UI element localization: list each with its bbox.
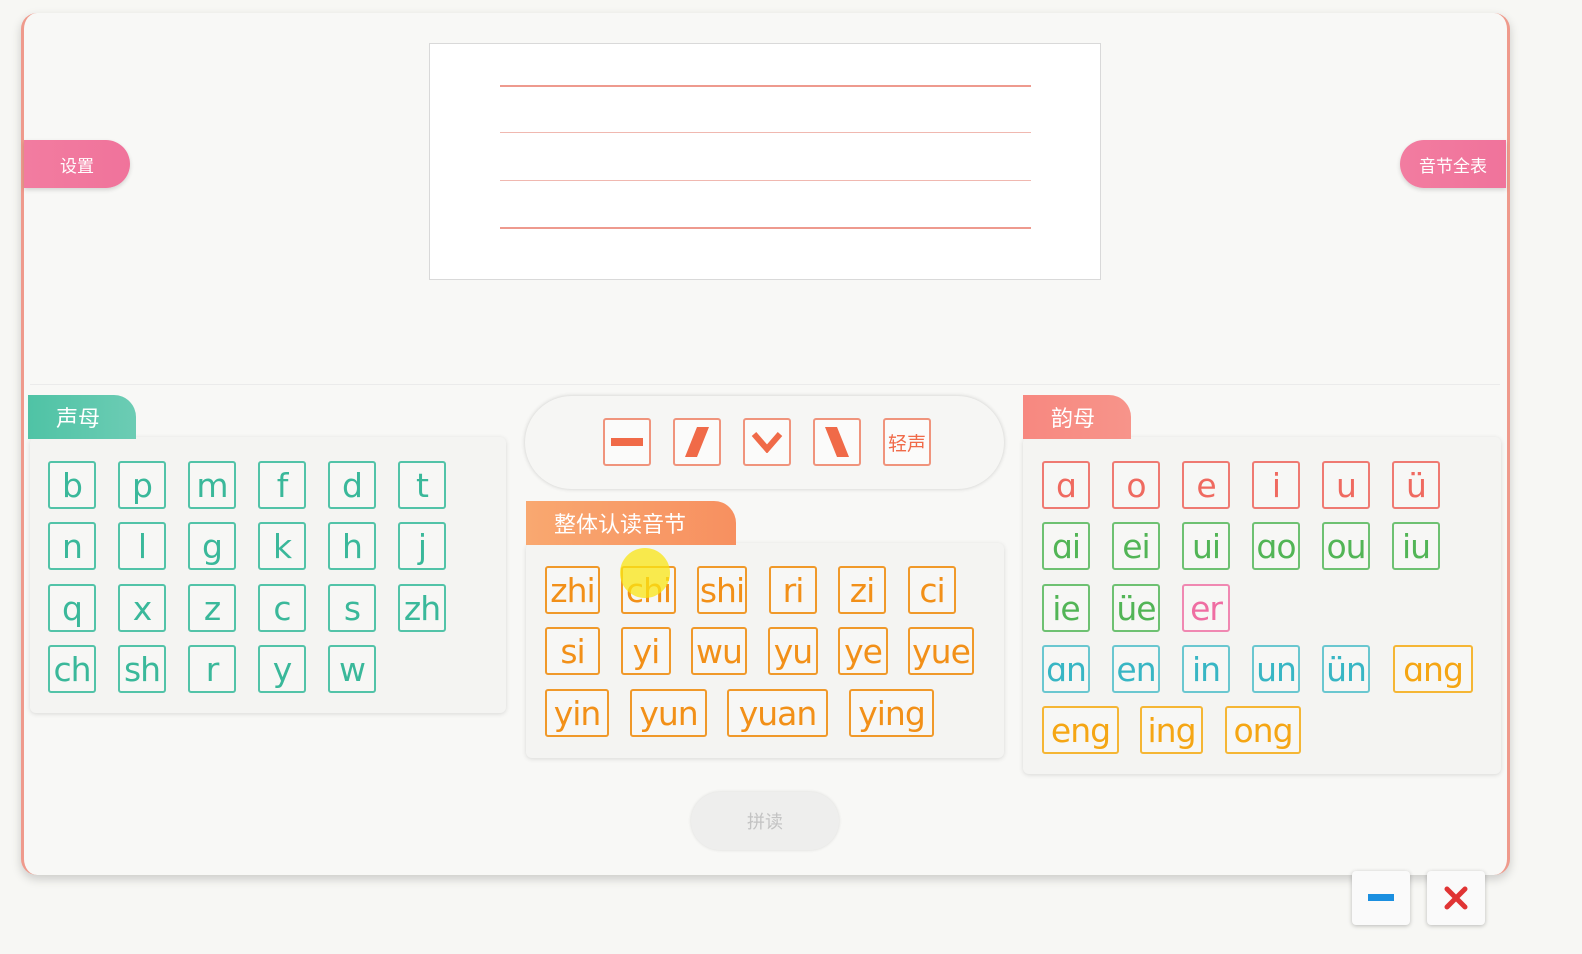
final-key[interactable]: ü [1392,461,1440,509]
final-key[interactable]: in [1182,645,1230,693]
final-key[interactable]: u [1322,461,1370,509]
neutral-tone-button[interactable]: 轻声 [883,418,931,466]
final-key[interactable]: o [1112,461,1160,509]
final-key[interactable]: iu [1392,522,1440,570]
final-key[interactable]: ɑi [1042,522,1090,570]
initials-tab: 声母 [28,395,136,439]
initial-key[interactable]: t [398,461,446,509]
initial-key[interactable]: y [258,645,306,693]
final-key[interactable]: er [1182,584,1230,632]
final-key[interactable]: ui [1182,522,1230,570]
falling-tone-icon [825,427,849,457]
tone-1-button[interactable] [603,418,651,466]
tone-3-button[interactable] [743,418,791,466]
minimize-button[interactable] [1352,871,1410,925]
final-key[interactable]: i [1252,461,1300,509]
guide-line-bottom [500,227,1031,229]
guide-line-3 [500,180,1031,181]
finals-tab: 韵母 [1023,395,1131,439]
initial-key[interactable]: q [48,584,96,632]
syllable-key[interactable]: ye [838,627,888,675]
syllable-key[interactable]: yuan [727,689,828,737]
initial-key[interactable]: k [258,522,306,570]
syllable-key[interactable]: ri [769,566,817,614]
dipping-tone-icon [751,432,783,453]
divider [30,384,1500,385]
initial-key[interactable]: n [48,522,96,570]
tone-bar: 轻声 [525,396,1004,489]
final-key[interactable]: ou [1322,522,1370,570]
guide-line-2 [500,132,1031,133]
initial-key[interactable]: h [328,522,376,570]
final-key[interactable]: en [1112,645,1160,693]
tone-4-button[interactable] [813,418,861,466]
syllable-key[interactable]: yu [768,627,818,675]
initial-key[interactable]: zh [398,584,446,632]
close-button[interactable] [1427,871,1485,925]
syllable-table-button[interactable]: 音节全表 [1400,140,1506,188]
initial-key[interactable]: d [328,461,376,509]
final-key[interactable]: ün [1322,645,1370,693]
syllable-key[interactable]: yin [545,689,609,737]
initial-key[interactable]: w [328,645,376,693]
initial-key[interactable]: g [188,522,236,570]
final-key[interactable]: e [1182,461,1230,509]
final-key[interactable]: ing [1140,706,1203,754]
final-key[interactable]: ong [1225,706,1301,754]
syllable-key[interactable]: zhi [545,566,600,614]
syllable-key[interactable]: yue [908,627,974,675]
final-key[interactable]: ɑo [1252,522,1300,570]
final-key[interactable]: ɑn [1042,645,1090,693]
read-button[interactable]: 拼读 [691,792,839,850]
final-key[interactable]: eng [1042,706,1119,754]
initial-key[interactable]: r [188,645,236,693]
initial-key[interactable]: f [258,461,306,509]
tone-2-button[interactable] [673,418,721,466]
final-key[interactable]: ei [1112,522,1160,570]
final-key[interactable]: un [1252,645,1300,693]
rising-tone-icon [685,427,709,457]
syllable-key[interactable]: ci [908,566,956,614]
flat-tone-icon [611,438,643,446]
syllables-tab: 整体认读音节 [526,501,736,545]
initial-key[interactable]: s [328,584,376,632]
close-icon [1444,886,1468,910]
settings-button[interactable]: 设置 [24,140,130,188]
final-key[interactable]: ɑng [1393,645,1473,693]
initial-key[interactable]: b [48,461,96,509]
initial-key[interactable]: j [398,522,446,570]
minimize-icon [1368,894,1394,901]
initial-key[interactable]: sh [118,645,166,693]
cursor-highlight [620,548,670,598]
writing-area [429,43,1101,280]
initial-key[interactable]: p [118,461,166,509]
initial-key[interactable]: l [118,522,166,570]
syllable-key[interactable]: yun [630,689,707,737]
final-key[interactable]: üe [1112,584,1160,632]
syllable-key[interactable]: si [545,627,600,675]
initial-key[interactable]: ch [48,645,96,693]
initial-key[interactable]: z [188,584,236,632]
initial-key[interactable]: x [118,584,166,632]
initial-key[interactable]: c [258,584,306,632]
syllable-key[interactable]: ying [849,689,934,737]
final-key[interactable]: ɑ [1042,461,1090,509]
syllable-key[interactable]: shi [697,566,747,614]
final-key[interactable]: ie [1042,584,1090,632]
guide-line-top [500,85,1031,87]
syllable-key[interactable]: wu [691,627,747,675]
syllable-key[interactable]: zi [838,566,886,614]
syllable-key[interactable]: yi [621,627,671,675]
initial-key[interactable]: m [188,461,236,509]
